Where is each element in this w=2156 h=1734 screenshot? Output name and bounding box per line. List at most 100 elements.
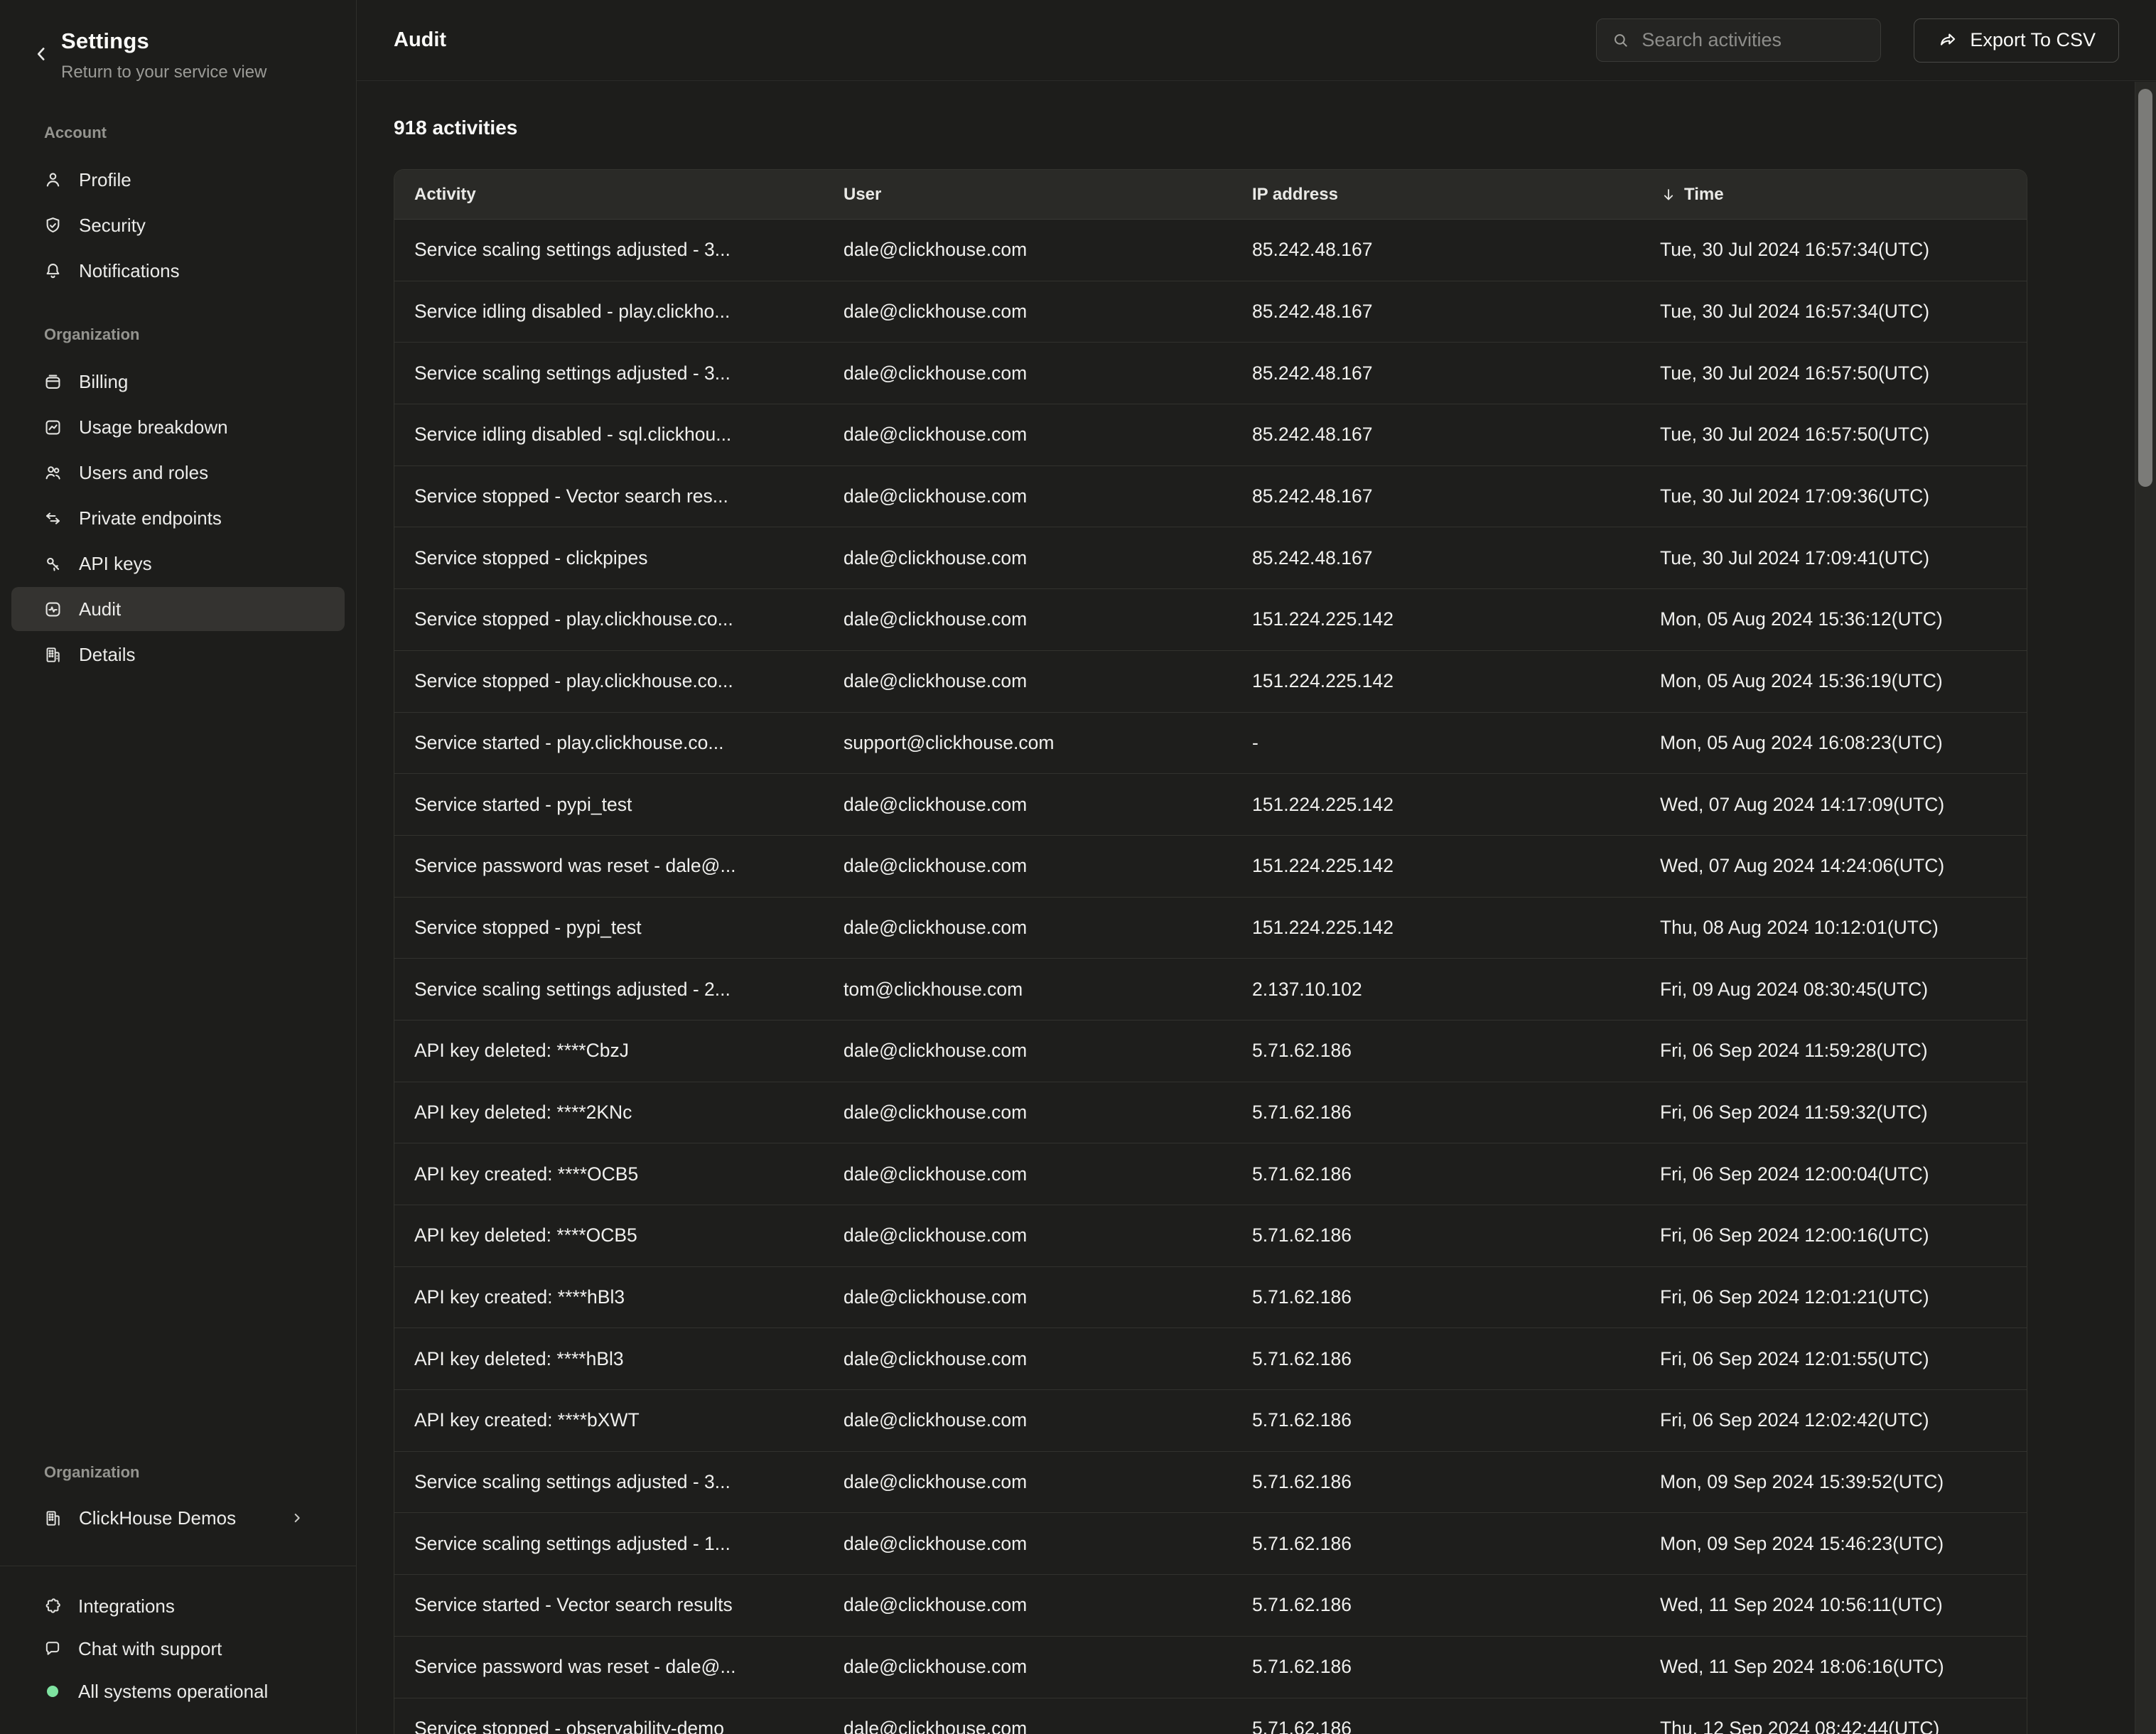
table-row[interactable]: Service password was reset - dale@... da… bbox=[394, 1637, 2027, 1698]
table-row[interactable]: API key created: ****hBl3 dale@clickhous… bbox=[394, 1267, 2027, 1329]
cell-activity: Service scaling settings adjusted - 1... bbox=[394, 1513, 824, 1574]
cell-user: dale@clickhouse.com bbox=[824, 1082, 1232, 1143]
cell-time: Tue, 30 Jul 2024 16:57:34(UTC) bbox=[1640, 220, 2027, 281]
sidebar-item-label: Billing bbox=[79, 371, 128, 393]
table-row[interactable]: API key created: ****OCB5 dale@clickhous… bbox=[394, 1143, 2027, 1205]
cell-ip: 151.224.225.142 bbox=[1232, 898, 1640, 959]
org-switcher[interactable]: ClickHouse Demos bbox=[11, 1496, 345, 1540]
back-button[interactable] bbox=[28, 41, 54, 67]
user-icon bbox=[43, 170, 63, 190]
chat-with-support-link[interactable]: Chat with support bbox=[0, 1627, 356, 1670]
audit-content: 918 activities Activity User IP address … bbox=[357, 115, 2156, 1734]
cell-time: Wed, 07 Aug 2024 14:17:09(UTC) bbox=[1640, 774, 2027, 835]
column-header-ip-address[interactable]: IP address bbox=[1232, 170, 1640, 219]
table-row[interactable]: Service stopped - play.clickhouse.co... … bbox=[394, 651, 2027, 713]
table-row[interactable]: Service password was reset - dale@... da… bbox=[394, 836, 2027, 898]
table-row[interactable]: API key deleted: ****CbzJ dale@clickhous… bbox=[394, 1021, 2027, 1082]
cell-activity: API key created: ****OCB5 bbox=[394, 1143, 824, 1205]
cell-time: Thu, 12 Sep 2024 08:42:44(UTC) bbox=[1640, 1698, 2027, 1734]
cell-ip: 151.224.225.142 bbox=[1232, 651, 1640, 712]
cell-user: support@clickhouse.com bbox=[824, 713, 1232, 774]
sidebar-utilities: Integrations Chat with support All syste… bbox=[0, 1566, 356, 1734]
cell-activity: Service started - pypi_test bbox=[394, 774, 824, 835]
sidebar-item-users-and-roles[interactable]: Users and roles bbox=[11, 451, 345, 495]
cell-time: Wed, 07 Aug 2024 14:24:06(UTC) bbox=[1640, 836, 2027, 897]
table-row[interactable]: Service started - Vector search results … bbox=[394, 1575, 2027, 1637]
share-forward-icon bbox=[1937, 30, 1958, 51]
table-row[interactable]: Service scaling settings adjusted - 3...… bbox=[394, 343, 2027, 404]
sidebar-item-label: Private endpoints bbox=[79, 507, 222, 529]
sidebar-item-usage-breakdown[interactable]: Usage breakdown bbox=[11, 405, 345, 449]
cell-time: Mon, 09 Sep 2024 15:39:52(UTC) bbox=[1640, 1452, 2027, 1513]
table-row[interactable]: API key created: ****bXWT dale@clickhous… bbox=[394, 1390, 2027, 1452]
system-status-link[interactable]: All systems operational bbox=[0, 1670, 356, 1713]
cell-ip: 5.71.62.186 bbox=[1232, 1575, 1640, 1636]
sidebar-item-billing[interactable]: Billing bbox=[11, 360, 345, 404]
sidebar-item-profile[interactable]: Profile bbox=[11, 158, 345, 202]
table-row[interactable]: Service idling disabled - sql.clickhou..… bbox=[394, 404, 2027, 466]
export-to-csv-button[interactable]: Export To CSV bbox=[1914, 18, 2119, 63]
cell-user: dale@clickhouse.com bbox=[824, 281, 1232, 343]
section-label-account: Account bbox=[0, 124, 356, 142]
cell-user: dale@clickhouse.com bbox=[824, 1390, 1232, 1451]
sidebar-item-notifications[interactable]: Notifications bbox=[11, 249, 345, 293]
cell-time: Fri, 09 Aug 2024 08:30:45(UTC) bbox=[1640, 959, 2027, 1020]
puzzle-icon bbox=[43, 1596, 63, 1616]
cell-time: Tue, 30 Jul 2024 17:09:41(UTC) bbox=[1640, 527, 2027, 588]
table-row[interactable]: Service scaling settings adjusted - 1...… bbox=[394, 1513, 2027, 1575]
keys-icon bbox=[43, 554, 63, 574]
cell-ip: 5.71.62.186 bbox=[1232, 1267, 1640, 1328]
cell-user: tom@clickhouse.com bbox=[824, 959, 1232, 1020]
cell-time: Mon, 05 Aug 2024 15:36:12(UTC) bbox=[1640, 589, 2027, 650]
integrations-link[interactable]: Integrations bbox=[0, 1585, 356, 1627]
sidebar-item-label: Usage breakdown bbox=[79, 416, 228, 438]
sidebar-item-details[interactable]: Details bbox=[11, 632, 345, 677]
cell-time: Fri, 06 Sep 2024 12:01:55(UTC) bbox=[1640, 1328, 2027, 1389]
cell-activity: API key deleted: ****2KNc bbox=[394, 1082, 824, 1143]
table-row[interactable]: Service scaling settings adjusted - 2...… bbox=[394, 959, 2027, 1021]
cell-user: dale@clickhouse.com bbox=[824, 1143, 1232, 1205]
table-row[interactable]: API key deleted: ****2KNc dale@clickhous… bbox=[394, 1082, 2027, 1144]
search-input[interactable] bbox=[1642, 29, 1869, 51]
scrollbar-track[interactable] bbox=[2135, 82, 2156, 1734]
cell-time: Mon, 09 Sep 2024 15:46:23(UTC) bbox=[1640, 1513, 2027, 1574]
cell-user: dale@clickhouse.com bbox=[824, 1021, 1232, 1082]
cell-time: Mon, 05 Aug 2024 16:08:23(UTC) bbox=[1640, 713, 2027, 774]
column-header-activity[interactable]: Activity bbox=[394, 170, 824, 219]
sidebar-item-audit[interactable]: Audit bbox=[11, 587, 345, 631]
table-row[interactable]: API key deleted: ****hBl3 dale@clickhous… bbox=[394, 1328, 2027, 1390]
sidebar-item-label: Security bbox=[79, 215, 146, 237]
table-row[interactable]: API key deleted: ****OCB5 dale@clickhous… bbox=[394, 1205, 2027, 1267]
table-row[interactable]: Service idling disabled - play.clickho..… bbox=[394, 281, 2027, 343]
cell-time: Fri, 06 Sep 2024 12:00:04(UTC) bbox=[1640, 1143, 2027, 1205]
sidebar-item-api-keys[interactable]: API keys bbox=[11, 542, 345, 586]
column-header-user[interactable]: User bbox=[824, 170, 1232, 219]
table-row[interactable]: Service stopped - observability-demo dal… bbox=[394, 1698, 2027, 1734]
sidebar-item-label: Users and roles bbox=[79, 462, 208, 484]
chevron-left-icon bbox=[31, 43, 52, 65]
table-row[interactable]: Service stopped - play.clickhouse.co... … bbox=[394, 589, 2027, 651]
arrow-down-icon bbox=[1660, 186, 1677, 203]
cell-activity: Service idling disabled - sql.clickhou..… bbox=[394, 404, 824, 465]
scrollbar-thumb[interactable] bbox=[2138, 89, 2152, 487]
sidebar-item-security[interactable]: Security bbox=[11, 203, 345, 247]
users-icon bbox=[43, 463, 63, 483]
return-to-service-link[interactable]: Return to your service view bbox=[61, 63, 266, 82]
topbar-actions: Export To CSV bbox=[1596, 18, 2119, 63]
table-row[interactable]: Service stopped - Vector search res... d… bbox=[394, 466, 2027, 528]
table-row[interactable]: Service scaling settings adjusted - 3...… bbox=[394, 220, 2027, 281]
column-header-time[interactable]: Time bbox=[1640, 170, 2027, 219]
cell-time: Tue, 30 Jul 2024 17:09:36(UTC) bbox=[1640, 466, 2027, 527]
cell-time: Mon, 05 Aug 2024 15:36:19(UTC) bbox=[1640, 651, 2027, 712]
sidebar-item-private-endpoints[interactable]: Private endpoints bbox=[11, 496, 345, 540]
table-header-row: Activity User IP address Time bbox=[394, 170, 2027, 220]
table-row[interactable]: Service stopped - pypi_test dale@clickho… bbox=[394, 898, 2027, 959]
table-row[interactable]: Service stopped - clickpipes dale@clickh… bbox=[394, 527, 2027, 589]
cell-time: Tue, 30 Jul 2024 16:57:34(UTC) bbox=[1640, 281, 2027, 343]
table-row[interactable]: Service started - play.clickhouse.co... … bbox=[394, 713, 2027, 775]
swap-arrows-icon bbox=[43, 508, 63, 529]
table-row[interactable]: Service started - pypi_test dale@clickho… bbox=[394, 774, 2027, 836]
table-row[interactable]: Service scaling settings adjusted - 3...… bbox=[394, 1452, 2027, 1514]
cell-activity: Service password was reset - dale@... bbox=[394, 836, 824, 897]
cell-activity: Service idling disabled - play.clickho..… bbox=[394, 281, 824, 343]
